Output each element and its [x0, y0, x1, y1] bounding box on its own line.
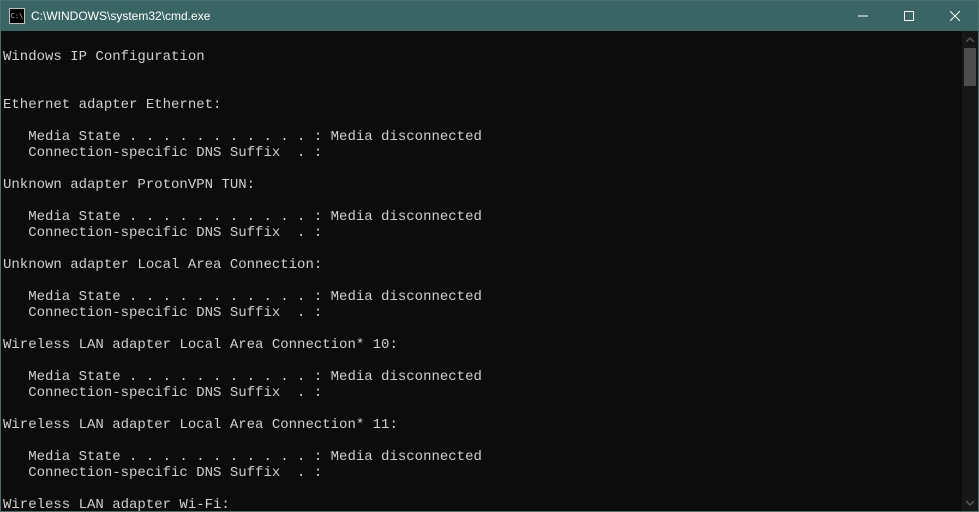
terminal-line: [3, 353, 978, 369]
terminal-line: [3, 241, 978, 257]
terminal-line: [3, 161, 978, 177]
chevron-up-icon: [966, 36, 974, 44]
cmd-window: C:\ C:\WINDOWS\system32\cmd.exe Windows …: [0, 0, 979, 512]
terminal-line: Media State . . . . . . . . . . . : Medi…: [3, 129, 978, 145]
terminal-line: [3, 33, 978, 49]
terminal-line: Unknown adapter Local Area Connection:: [3, 257, 978, 273]
terminal-line: Unknown adapter ProtonVPN TUN:: [3, 177, 978, 193]
terminal-line: Connection-specific DNS Suffix . :: [3, 385, 978, 401]
terminal-line: Windows IP Configuration: [3, 49, 978, 65]
terminal-line: Ethernet adapter Ethernet:: [3, 97, 978, 113]
minimize-button[interactable]: [840, 1, 886, 31]
terminal-line: [3, 481, 978, 497]
terminal-line: [3, 113, 978, 129]
terminal-line: Media State . . . . . . . . . . . : Medi…: [3, 289, 978, 305]
vertical-scrollbar[interactable]: [962, 31, 978, 511]
minimize-icon: [858, 11, 868, 21]
close-button[interactable]: [932, 1, 978, 31]
terminal-line: [3, 193, 978, 209]
terminal-line: [3, 273, 978, 289]
maximize-icon: [904, 11, 914, 21]
titlebar[interactable]: C:\ C:\WINDOWS\system32\cmd.exe: [1, 1, 978, 31]
scroll-thumb[interactable]: [964, 48, 976, 86]
terminal-line: Connection-specific DNS Suffix . :: [3, 465, 978, 481]
terminal-line: Connection-specific DNS Suffix . :: [3, 145, 978, 161]
terminal-line: Connection-specific DNS Suffix . :: [3, 225, 978, 241]
terminal-line: Media State . . . . . . . . . . . : Medi…: [3, 449, 978, 465]
window-title: C:\WINDOWS\system32\cmd.exe: [31, 9, 840, 23]
terminal-line: Media State . . . . . . . . . . . : Medi…: [3, 209, 978, 225]
terminal-line: [3, 65, 978, 81]
scroll-up-button[interactable]: [962, 31, 978, 48]
scroll-down-button[interactable]: [962, 494, 978, 511]
terminal-line: [3, 433, 978, 449]
scroll-track[interactable]: [962, 48, 978, 494]
chevron-down-icon: [966, 499, 974, 507]
terminal-line: [3, 321, 978, 337]
terminal-line: Wireless LAN adapter Local Area Connecti…: [3, 337, 978, 353]
terminal-line: Wireless LAN adapter Local Area Connecti…: [3, 417, 978, 433]
terminal-line: [3, 401, 978, 417]
terminal-line: [3, 81, 978, 97]
terminal-output[interactable]: Windows IP Configuration Ethernet adapte…: [1, 31, 978, 511]
close-icon: [950, 11, 960, 21]
maximize-button[interactable]: [886, 1, 932, 31]
client-area: Windows IP Configuration Ethernet adapte…: [1, 31, 978, 511]
cmd-icon: C:\: [9, 8, 25, 24]
terminal-line: Connection-specific DNS Suffix . :: [3, 305, 978, 321]
terminal-line: Wireless LAN adapter Wi-Fi:: [3, 497, 978, 511]
window-controls: [840, 1, 978, 31]
terminal-line: Media State . . . . . . . . . . . : Medi…: [3, 369, 978, 385]
